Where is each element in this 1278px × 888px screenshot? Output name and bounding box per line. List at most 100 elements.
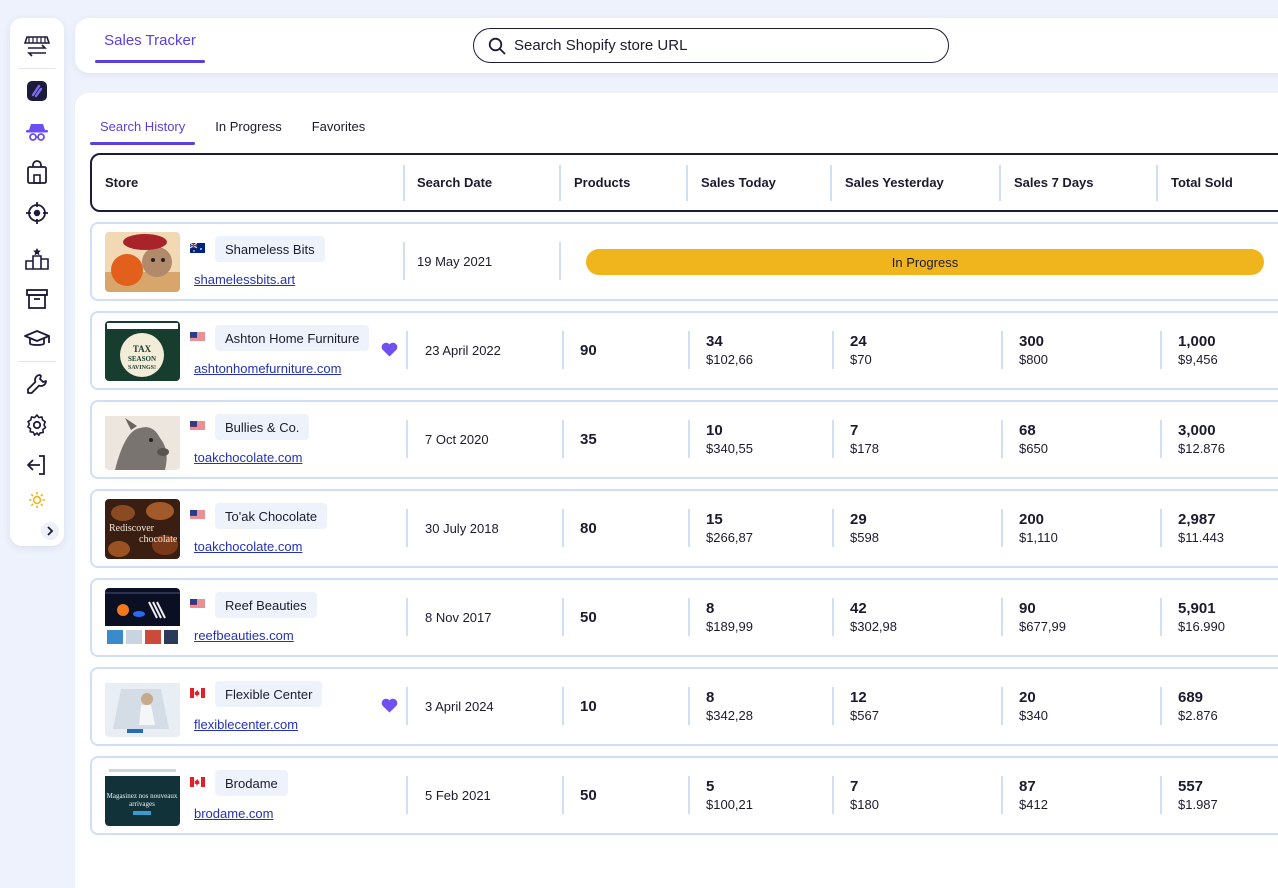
cell-divider bbox=[1001, 331, 1003, 369]
sidebar-item-target[interactable] bbox=[10, 198, 64, 228]
sales-yesterday: 24 $70 bbox=[850, 333, 872, 367]
products-count: 80 bbox=[580, 520, 597, 537]
sidebar bbox=[10, 18, 64, 546]
sales-yesterday: 12 $567 bbox=[850, 689, 879, 723]
sales-7-days: 300 $800 bbox=[1019, 333, 1048, 367]
sales-yesterday: 7 $180 bbox=[850, 778, 879, 812]
sales-7-days: 200 $1,110 bbox=[1019, 511, 1058, 545]
sidebar-item-theme[interactable] bbox=[10, 485, 64, 515]
sidebar-divider bbox=[18, 68, 56, 69]
store-name: Bullies & Co. bbox=[215, 414, 310, 440]
sales-7-days: 68 $650 bbox=[1019, 422, 1048, 456]
store-url-link[interactable]: brodame.com bbox=[194, 806, 273, 821]
sidebar-item-academy[interactable] bbox=[10, 324, 64, 354]
store-name: Brodame bbox=[215, 770, 288, 796]
store-url-link[interactable]: toakchocolate.com bbox=[194, 539, 302, 554]
tab-sales-tracker[interactable]: Sales Tracker bbox=[95, 18, 205, 63]
cell-divider bbox=[688, 687, 690, 725]
sidebar-item-app[interactable] bbox=[10, 76, 64, 106]
table-row[interactable]: Flexible Center flexiblecenter.com 3 Apr… bbox=[90, 667, 1278, 746]
table-row[interactable]: Bullies & Co. toakchocolate.com 7 Oct 20… bbox=[90, 400, 1278, 479]
search-date: 5 Feb 2021 bbox=[425, 788, 491, 803]
column-divider bbox=[559, 165, 561, 201]
us-flag-icon bbox=[190, 510, 205, 520]
cell-divider bbox=[406, 776, 408, 814]
search-input[interactable] bbox=[514, 37, 934, 54]
sales-today: 10 $340,55 bbox=[706, 422, 753, 456]
store-thumbnail: Magasinez nos nouveaux arrivages bbox=[105, 766, 180, 826]
search-date: 23 April 2022 bbox=[425, 343, 501, 358]
store-name: Flexible Center bbox=[215, 681, 323, 707]
sales-today: 8 $189,99 bbox=[706, 600, 753, 634]
tab-search-history[interactable]: Search History bbox=[90, 115, 196, 145]
column-header-store[interactable]: Store bbox=[105, 155, 138, 210]
top-header: Sales Tracker bbox=[75, 18, 1278, 73]
sidebar-item-logout[interactable] bbox=[10, 450, 64, 480]
column-header-total-sold[interactable]: Total Sold bbox=[1171, 155, 1233, 210]
store-name: Shameless Bits bbox=[215, 236, 325, 262]
table-row[interactable]: Reef Beauties reefbeauties.com 8 Nov 201… bbox=[90, 578, 1278, 657]
main-panel: Search History In Progress Favorites Sto… bbox=[75, 93, 1278, 888]
total-sold: 557 $1.987 bbox=[1178, 778, 1218, 812]
table-row[interactable]: Shameless Bits shamelessbits.art 19 May … bbox=[90, 222, 1278, 301]
column-header-sales-today[interactable]: Sales Today bbox=[701, 155, 776, 210]
table-row[interactable]: TAX SEASON SAVINGS! Ashton Home Furniture … bbox=[90, 311, 1278, 390]
store-url-link[interactable]: shamelessbits.art bbox=[194, 272, 295, 287]
sidebar-expand-button[interactable] bbox=[41, 522, 59, 540]
sidebar-item-tools[interactable] bbox=[10, 369, 64, 399]
search-icon bbox=[488, 37, 506, 55]
sidebar-item-spy[interactable] bbox=[10, 117, 64, 147]
spy-icon bbox=[26, 124, 48, 141]
history-tabs: Search History In Progress Favorites bbox=[90, 115, 385, 145]
us-flag-icon bbox=[190, 599, 205, 609]
cell-divider bbox=[1160, 687, 1162, 725]
sidebar-divider bbox=[18, 361, 56, 362]
sales-today: 34 $102,66 bbox=[706, 333, 753, 367]
favorite-heart-icon[interactable] bbox=[381, 342, 398, 357]
app-logo-icon bbox=[27, 81, 47, 101]
tab-favorites[interactable]: Favorites bbox=[302, 115, 375, 143]
products-count: 50 bbox=[580, 787, 597, 804]
table-header: Store Search Date Products Sales Today S… bbox=[90, 153, 1278, 212]
tab-in-progress[interactable]: In Progress bbox=[205, 115, 291, 143]
products-count: 10 bbox=[580, 698, 597, 715]
sales-today: 15 $266,87 bbox=[706, 511, 753, 545]
column-divider bbox=[403, 165, 405, 201]
cell-divider bbox=[832, 509, 834, 547]
sales-yesterday: 29 $598 bbox=[850, 511, 879, 545]
cell-divider bbox=[562, 331, 564, 369]
column-header-search-date[interactable]: Search Date bbox=[417, 155, 492, 210]
store-name: Reef Beauties bbox=[215, 592, 317, 618]
column-header-sales-7-days[interactable]: Sales 7 Days bbox=[1014, 155, 1094, 210]
sales-7-days: 90 $677,99 bbox=[1019, 600, 1066, 634]
store-name: To'ak Chocolate bbox=[215, 503, 328, 529]
cell-divider bbox=[688, 776, 690, 814]
graduation-cap-icon bbox=[24, 330, 50, 346]
sidebar-item-settings[interactable] bbox=[10, 410, 64, 440]
store-url-link[interactable]: toakchocolate.com bbox=[194, 450, 302, 465]
cell-divider bbox=[562, 509, 564, 547]
store-thumbnail bbox=[105, 677, 180, 737]
store-url-link[interactable]: reefbeauties.com bbox=[194, 628, 294, 643]
cell-divider bbox=[406, 687, 408, 725]
wrench-icon bbox=[27, 374, 47, 394]
cell-divider bbox=[688, 598, 690, 636]
canada-flag-icon bbox=[190, 777, 205, 787]
column-header-sales-yesterday[interactable]: Sales Yesterday bbox=[845, 155, 944, 210]
store-url-link[interactable]: ashtonhomefurniture.com bbox=[194, 361, 341, 376]
store-switch-icon bbox=[24, 36, 50, 57]
sidebar-item-archive[interactable] bbox=[10, 284, 64, 314]
total-sold: 689 $2.876 bbox=[1178, 689, 1218, 723]
sidebar-item-stores[interactable] bbox=[10, 31, 64, 61]
store-url-link[interactable]: flexiblecenter.com bbox=[194, 717, 298, 732]
sidebar-item-shop[interactable] bbox=[10, 157, 64, 187]
sidebar-item-ranking[interactable] bbox=[10, 243, 64, 273]
svg-text:Magasinez nos nouveaux: Magasinez nos nouveaux bbox=[107, 792, 178, 800]
column-header-products[interactable]: Products bbox=[574, 155, 630, 210]
table-row[interactable]: Magasinez nos nouveaux arrivages Brodame … bbox=[90, 756, 1278, 835]
favorite-heart-icon[interactable] bbox=[381, 698, 398, 713]
table-row[interactable]: Rediscover chocolate To'ak Chocolate toak… bbox=[90, 489, 1278, 568]
sun-icon bbox=[29, 492, 45, 508]
search-date: 19 May 2021 bbox=[417, 254, 493, 269]
cell-divider bbox=[832, 687, 834, 725]
